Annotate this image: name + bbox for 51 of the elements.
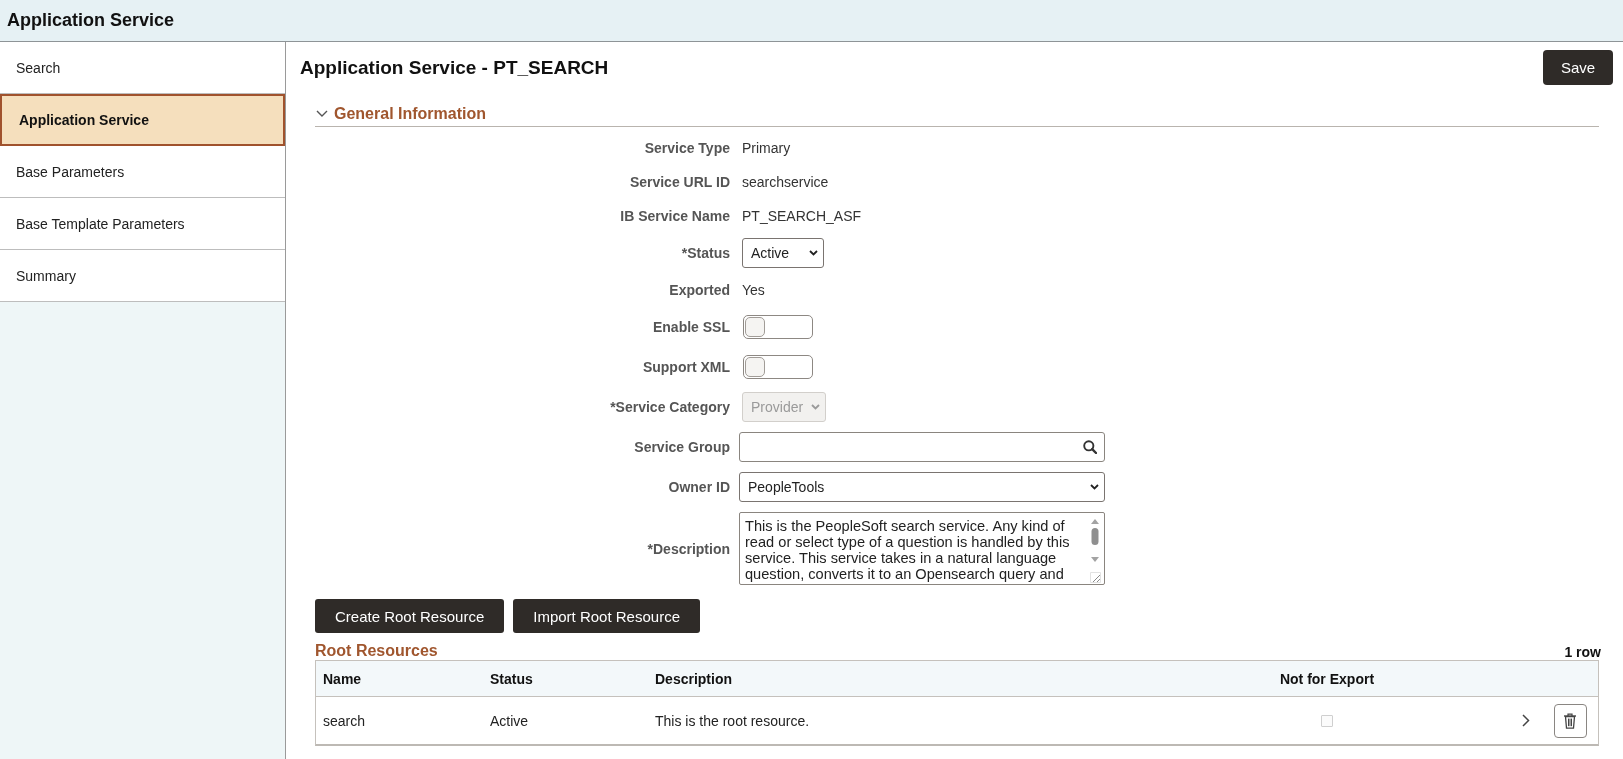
- field-label: Service Type: [644, 140, 730, 156]
- field-label: Support XML: [642, 359, 730, 375]
- toggle-switch[interactable]: [743, 315, 813, 339]
- column-header: Description: [655, 670, 732, 687]
- sidebar-item[interactable]: Base Template Parameters: [0, 198, 285, 250]
- field-label: *Service Category: [610, 399, 730, 415]
- chevron-right-icon[interactable]: [1522, 714, 1530, 727]
- checkbox[interactable]: [1321, 714, 1333, 727]
- field-label: IB Service Name: [620, 208, 730, 224]
- column-header: Status: [490, 670, 533, 687]
- action-button[interactable]: Create Root Resource: [315, 599, 505, 633]
- table-cell: search: [323, 712, 366, 729]
- field-value: Primary: [742, 139, 791, 158]
- save-button[interactable]: Save: [1543, 50, 1613, 85]
- chevron-down-icon: [1090, 484, 1099, 490]
- sidebar-item[interactable]: Summary: [0, 250, 285, 302]
- table-cell: Active: [490, 712, 529, 729]
- field-label: Exported: [669, 282, 730, 298]
- sidebar-item[interactable]: Base Parameters: [0, 146, 285, 198]
- delete-button[interactable]: [1553, 703, 1587, 738]
- page-header-title: Application Service: [7, 10, 175, 31]
- field-label: Service Group: [634, 439, 730, 455]
- toggle-switch[interactable]: [743, 355, 813, 379]
- action-button[interactable]: Import Root Resource: [513, 599, 700, 633]
- row-count: 1 row: [1564, 644, 1601, 660]
- resize-grip-icon[interactable]: [1089, 572, 1101, 583]
- field-value: searchservice: [742, 173, 829, 192]
- column-header: Name: [323, 670, 362, 687]
- sidebar-item[interactable]: Search: [0, 42, 285, 94]
- chevron-down-icon: [809, 250, 818, 256]
- dropdown[interactable]: PeopleTools: [739, 472, 1105, 502]
- chevron-down-icon: [811, 404, 821, 410]
- field-label: *Status: [681, 245, 730, 261]
- field-label: Enable SSL: [652, 319, 730, 335]
- trash-icon: [1563, 712, 1577, 729]
- field-label: Owner ID: [668, 479, 730, 495]
- section-title[interactable]: General Information: [334, 104, 487, 123]
- grid-title: Root Resources: [315, 642, 438, 660]
- lookup-field[interactable]: [739, 432, 1105, 462]
- sidebar-item[interactable]: Application Service: [0, 94, 285, 146]
- field-label: *Description: [647, 540, 730, 557]
- field-label: Service URL ID: [629, 174, 730, 190]
- column-header: Not for Export: [1279, 670, 1375, 687]
- field-value: Yes: [742, 281, 765, 300]
- table-cell: This is the root resource.: [655, 712, 810, 729]
- dropdown[interactable]: Active: [742, 238, 824, 268]
- search-icon[interactable]: [1083, 440, 1097, 454]
- field-value: PT_SEARCH_ASF: [742, 207, 862, 226]
- page-title: Application Service - PT_SEARCH: [300, 56, 609, 79]
- text-area[interactable]: This is the PeopleSoft search service. Any kind of read or select type of a question is handled by this service. This service takes in a natural language question, converts it to an Opensearch query and: [739, 512, 1105, 585]
- chevron-down-icon[interactable]: [316, 109, 328, 118]
